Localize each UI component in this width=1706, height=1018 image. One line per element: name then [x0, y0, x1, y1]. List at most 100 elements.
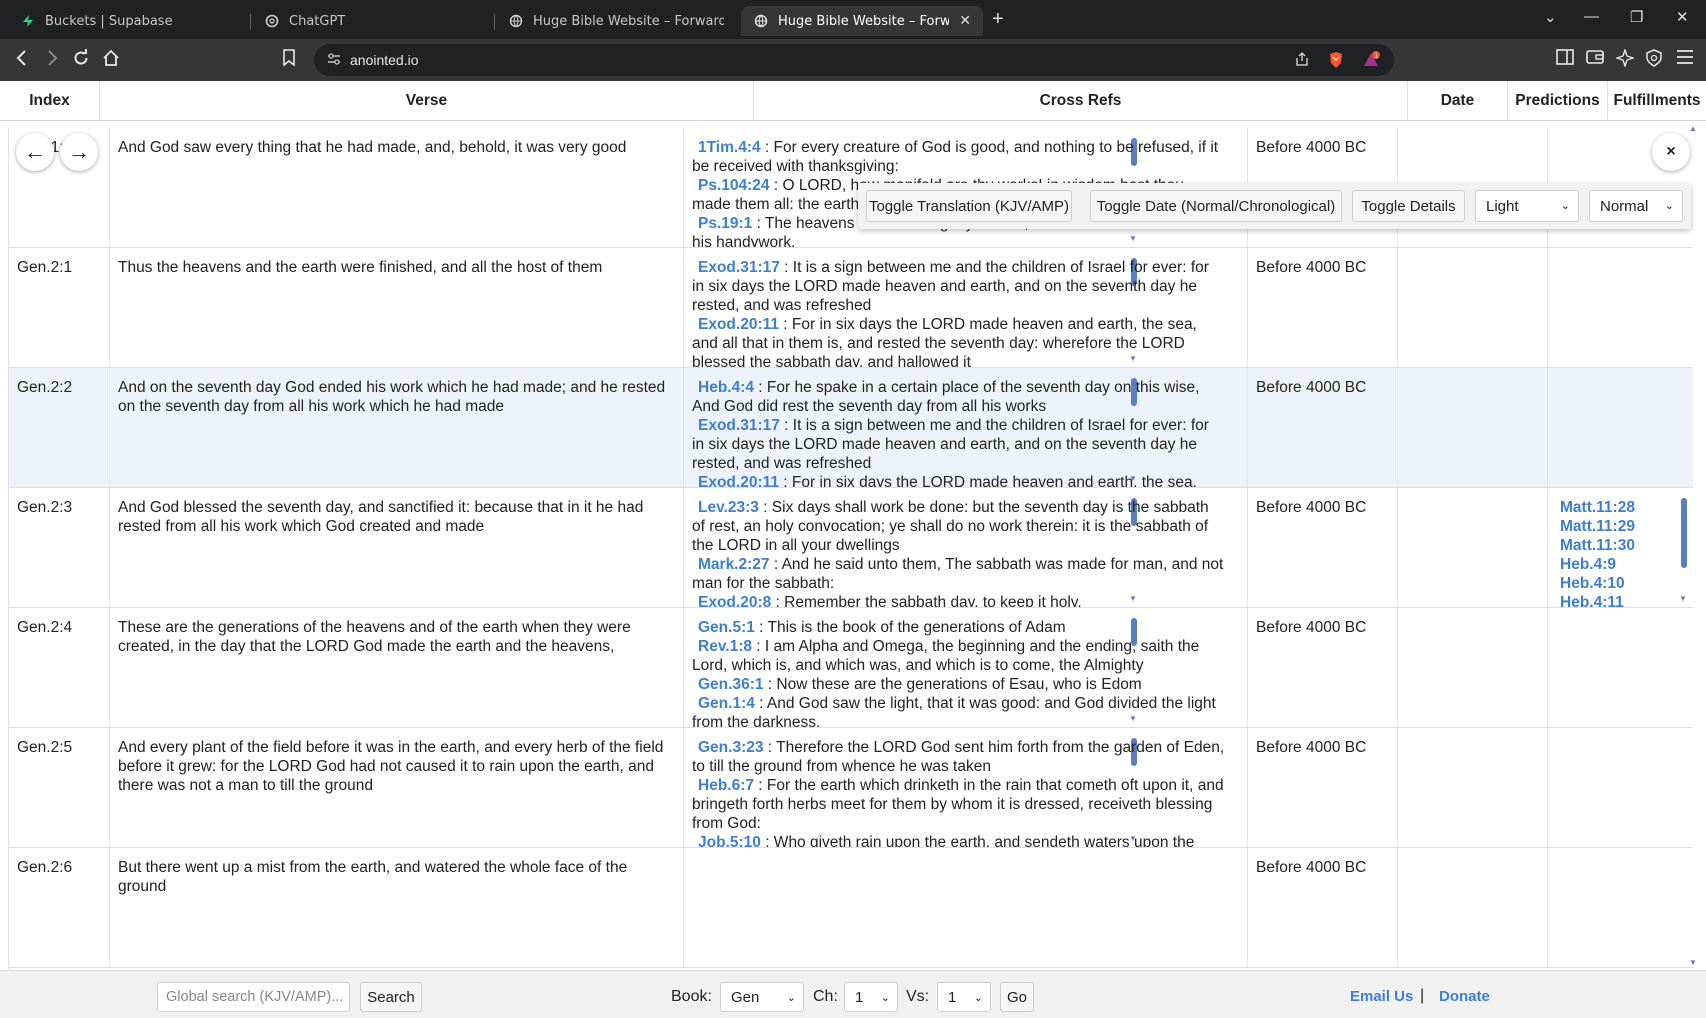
home-icon[interactable] [102, 49, 120, 71]
cross-ref-link[interactable]: Gen.5:1 [698, 619, 755, 636]
fulfillment-link[interactable]: Heb.4:11 [1560, 593, 1686, 607]
cross-ref-link[interactable]: Exod.20:11 [698, 474, 779, 487]
header-fulfillments[interactable]: Fulfillments [1608, 81, 1706, 121]
tab-supabase[interactable]: Buckets | Supabase [8, 6, 248, 36]
fulfillment-link[interactable]: Matt.11:30 [1560, 536, 1686, 555]
fulfillments-cell [1547, 248, 1693, 367]
forward-icon[interactable] [44, 49, 60, 71]
cross-ref-link[interactable]: Gen.36:1 [698, 676, 763, 693]
mode-select[interactable]: Normal ⌄ [1589, 190, 1683, 222]
search-button[interactable]: Search [360, 982, 422, 1012]
tab-list-chevron-icon[interactable]: ⌄ [1544, 8, 1557, 26]
donate-link[interactable]: Donate [1439, 988, 1490, 1005]
cross-ref-item: 1Tim.4:4 : For every creature of God is … [692, 138, 1225, 176]
reload-icon[interactable] [72, 49, 90, 71]
back-icon[interactable] [14, 49, 30, 71]
tab-bible-1[interactable]: Huge Bible Website – Forward/Back [496, 6, 736, 36]
email-us-link[interactable]: Email Us [1350, 988, 1413, 1005]
cross-ref-link[interactable]: Heb.4:4 [698, 379, 754, 396]
close-button[interactable]: × [1652, 133, 1690, 171]
cross-ref-link[interactable]: Exod.20:11 [698, 316, 779, 333]
header-predictions[interactable]: Predictions [1508, 81, 1608, 121]
go-button[interactable]: Go [1000, 982, 1034, 1012]
cross-ref-item: Mark.2:27 : And he said unto them, The s… [692, 555, 1225, 593]
theme-select[interactable]: Light ⌄ [1475, 190, 1579, 222]
menu-icon[interactable] [1676, 49, 1694, 69]
fulfillment-link[interactable]: Heb.4:10 [1560, 574, 1686, 593]
table-row[interactable]: Gen.2:5 And every plant of the field befo… [9, 728, 1693, 848]
header-verse[interactable]: Verse [100, 81, 754, 121]
tab-bible-active[interactable]: Huge Bible Website – Forward/B ✕ [741, 6, 983, 36]
chapter-select-value: 1 [855, 989, 864, 1006]
bookmark-icon[interactable] [282, 49, 296, 71]
leo-ai-icon[interactable] [1614, 47, 1636, 71]
verse-index: Gen.2:4 [17, 619, 73, 636]
address-bar[interactable]: anointed.io 1 [314, 44, 1394, 76]
supabase-icon [20, 13, 36, 29]
table-row[interactable]: Gen.2:3 And God blessed the seventh day, … [9, 488, 1693, 608]
header-index[interactable]: Index [0, 81, 100, 121]
toggle-date-button[interactable]: Toggle Date (Normal/Chronological) [1090, 190, 1342, 222]
book-select[interactable]: Gen ⌄ [720, 982, 804, 1012]
predictions-cell [1397, 368, 1547, 487]
scroll-down-icon[interactable]: ▼ [1689, 958, 1697, 967]
new-tab-icon[interactable]: + [992, 8, 1004, 31]
share-icon[interactable] [1294, 51, 1310, 71]
site-settings-icon[interactable] [326, 51, 342, 71]
fulfillment-link[interactable]: Matt.11:28 [1560, 498, 1686, 517]
table-body: Gen.1:31And God saw every thing that he … [8, 128, 1693, 970]
page-scrollbar[interactable]: ▲ ▼ [1689, 124, 1697, 968]
cross-ref-link[interactable]: 1Tim.4:4 [698, 139, 761, 156]
cross-ref-item: Exod.31:17 : It is a sign between me and… [692, 258, 1225, 315]
cross-ref-link[interactable]: Rev.1:8 [698, 638, 752, 655]
cross-refs-cell: Gen.3:23 : Therefore the LORD God sent h… [683, 728, 1247, 847]
vpn-icon[interactable] [1646, 49, 1662, 71]
globe-icon [508, 13, 524, 29]
toggle-details-button[interactable]: Toggle Details [1352, 190, 1465, 222]
brave-rewards-icon[interactable]: 1 [1362, 51, 1380, 73]
global-search-input[interactable]: Global search (KJV/AMP)... [157, 982, 350, 1012]
tab-separator [250, 14, 251, 30]
table-row[interactable]: Gen.2:1 Thus the heavens and the earth we… [9, 248, 1693, 368]
cross-refs-cell [683, 848, 1247, 967]
header-cross-refs[interactable]: Cross Refs [754, 81, 1408, 121]
cross-ref-link[interactable]: Ps.104:24 [698, 177, 770, 194]
sidebar-icon[interactable] [1556, 49, 1574, 69]
wallet-icon[interactable] [1586, 49, 1604, 69]
cross-ref-link[interactable]: Lev.23:3 [698, 499, 759, 516]
cross-ref-link[interactable]: Gen.1:4 [698, 695, 755, 712]
fulfillment-link[interactable]: Matt.11:29 [1560, 517, 1686, 536]
scroll-up-icon[interactable]: ▲ [1689, 124, 1697, 133]
cross-ref-item: Gen.36:1 : Now these are the generations… [692, 675, 1225, 694]
previous-arrow-button[interactable]: ← [16, 133, 54, 171]
cross-refs-cell: Gen.5:1 : This is the book of the genera… [683, 608, 1247, 727]
close-tab-icon[interactable]: ✕ [959, 13, 971, 29]
table-row[interactable]: Gen.2:2 And on the seventh day God ended … [9, 368, 1693, 488]
cross-ref-link[interactable]: Ps.19:1 [698, 215, 752, 232]
restore-icon[interactable]: ❐ [1630, 8, 1643, 26]
toggle-translation-button[interactable]: Toggle Translation (KJV/AMP) [866, 190, 1072, 222]
fulfillment-link[interactable]: Heb.4:9 [1560, 555, 1686, 574]
next-arrow-button[interactable]: → [60, 133, 98, 171]
cross-ref-link[interactable]: Exod.20:8 [698, 594, 771, 607]
tab-chatgpt[interactable]: ChatGPT [252, 6, 492, 36]
notification-count: 1 [1374, 52, 1378, 59]
table-row[interactable]: Gen.2:6 But there went up a mist from the… [9, 848, 1693, 968]
cross-ref-text: : Who giveth rain upon the earth, and se… [765, 834, 1195, 847]
window-close-icon[interactable]: ✕ [1676, 8, 1689, 26]
cross-ref-link[interactable]: Exod.31:17 [698, 259, 780, 276]
cross-ref-link[interactable]: Gen.3:23 [698, 739, 763, 756]
chapter-select[interactable]: 1 ⌄ [844, 982, 898, 1012]
cross-ref-link[interactable]: Mark.2:27 [698, 556, 770, 573]
table-row[interactable]: Gen.2:4 These are the generations of the … [9, 608, 1693, 728]
brave-shields-icon[interactable] [1328, 51, 1344, 73]
minimize-icon[interactable]: — [1584, 8, 1599, 25]
verse-select[interactable]: 1 ⌄ [937, 982, 991, 1012]
url-text[interactable]: anointed.io [350, 52, 419, 68]
cross-ref-link[interactable]: Heb.6:7 [698, 777, 754, 794]
cross-ref-link[interactable]: Job.5:10 [698, 834, 761, 847]
header-date[interactable]: Date [1408, 81, 1508, 121]
cross-ref-item: Job.5:10 : Who giveth rain upon the eart… [692, 833, 1225, 847]
verse-label: Vs: [906, 988, 930, 1005]
cross-ref-link[interactable]: Exod.31:17 [698, 417, 780, 434]
